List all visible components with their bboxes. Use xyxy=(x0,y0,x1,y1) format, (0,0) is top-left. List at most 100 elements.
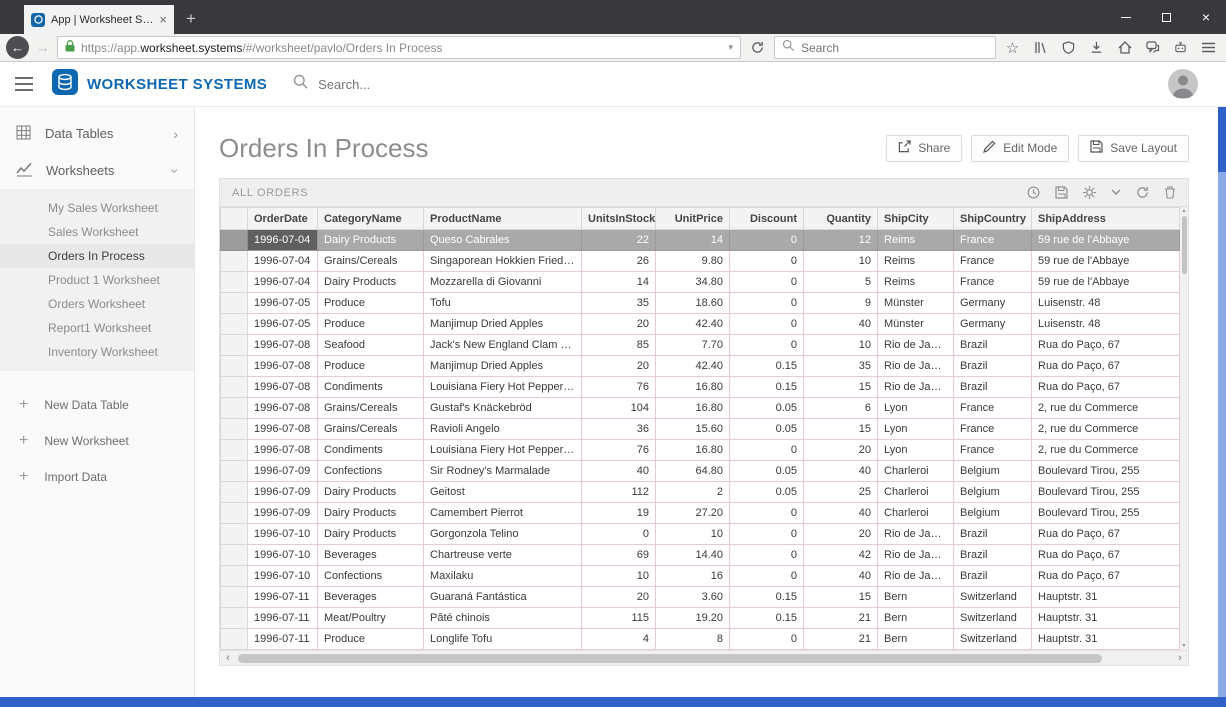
cell-ShipCountry[interactable]: Switzerland xyxy=(954,608,1032,629)
cell-ShipCountry[interactable]: Germany xyxy=(954,314,1032,335)
sidebar-item-report1-worksheet[interactable]: Report1 Worksheet xyxy=(0,316,194,340)
chevron-down-icon[interactable] xyxy=(1111,189,1121,196)
window-minimize-button[interactable] xyxy=(1106,0,1146,34)
cell-CategoryName[interactable]: Condiments xyxy=(318,440,424,461)
app-logo[interactable]: WORKSHEET SYSTEMS xyxy=(52,69,267,100)
cell-ShipCountry[interactable]: France xyxy=(954,398,1032,419)
cell-ShipCity[interactable]: Lyon xyxy=(878,419,954,440)
cell-ProductName[interactable]: Singaporean Hokkien Fried Mee xyxy=(424,251,582,272)
app-search-input[interactable] xyxy=(318,77,638,92)
cell-CategoryName[interactable]: Beverages xyxy=(318,587,424,608)
browser-search-input[interactable] xyxy=(801,41,988,55)
table-row[interactable]: 1996-07-11BeveragesGuaraná Fantástica203… xyxy=(221,587,1180,608)
cell-ShipCity[interactable]: Lyon xyxy=(878,398,954,419)
cell-Discount[interactable]: 0.15 xyxy=(730,587,804,608)
cell-Quantity[interactable]: 25 xyxy=(804,482,878,503)
column-header-UnitsInStock[interactable]: UnitsInStock xyxy=(582,208,656,230)
grid-horizontal-scrollbar[interactable]: ‹ › xyxy=(220,650,1188,665)
cell-UnitsInStock[interactable]: 4 xyxy=(582,629,656,650)
cell-ShipAddress[interactable]: Rua do Paço, 67 xyxy=(1032,545,1180,566)
cell-Quantity[interactable]: 40 xyxy=(804,461,878,482)
page-horizontal-scrollbar[interactable] xyxy=(0,697,1226,707)
cell-OrderDate[interactable]: 1996-07-11 xyxy=(248,629,318,650)
save-layout-button[interactable]: Save Layout xyxy=(1078,135,1189,162)
cell-Quantity[interactable]: 5 xyxy=(804,272,878,293)
cell-Discount[interactable]: 0 xyxy=(730,629,804,650)
cell-ShipCity[interactable]: Rio de Janeiro xyxy=(878,356,954,377)
cell-Quantity[interactable]: 10 xyxy=(804,335,878,356)
cell-Quantity[interactable]: 40 xyxy=(804,566,878,587)
cell-ProductName[interactable]: Guaraná Fantástica xyxy=(424,587,582,608)
cell-ShipCountry[interactable]: Germany xyxy=(954,293,1032,314)
cell-Quantity[interactable]: 35 xyxy=(804,356,878,377)
scroll-right-icon[interactable]: › xyxy=(1172,652,1188,665)
sidebar-item-sales-worksheet[interactable]: Sales Worksheet xyxy=(0,220,194,244)
row-handle[interactable] xyxy=(221,335,248,356)
table-row[interactable]: 1996-07-11Meat/PoultryPâté chinois11519.… xyxy=(221,608,1180,629)
cell-UnitsInStock[interactable]: 22 xyxy=(582,230,656,251)
cell-Quantity[interactable]: 15 xyxy=(804,587,878,608)
cell-OrderDate[interactable]: 1996-07-11 xyxy=(248,608,318,629)
column-header-ShipAddress[interactable]: ShipAddress xyxy=(1032,208,1180,230)
cell-UnitPrice[interactable]: 9.80 xyxy=(656,251,730,272)
cell-Quantity[interactable]: 42 xyxy=(804,545,878,566)
row-handle[interactable] xyxy=(221,230,248,251)
cell-OrderDate[interactable]: 1996-07-08 xyxy=(248,377,318,398)
window-close-button[interactable]: × xyxy=(1186,0,1226,34)
tab-close-icon[interactable]: × xyxy=(159,12,167,27)
save-icon[interactable] xyxy=(1055,186,1068,199)
cell-ShipAddress[interactable]: Rua do Paço, 67 xyxy=(1032,524,1180,545)
cell-Quantity[interactable]: 15 xyxy=(804,419,878,440)
cell-UnitPrice[interactable]: 16.80 xyxy=(656,440,730,461)
cell-Quantity[interactable]: 20 xyxy=(804,440,878,461)
cell-UnitPrice[interactable]: 34.80 xyxy=(656,272,730,293)
cell-Discount[interactable]: 0 xyxy=(730,524,804,545)
row-handle[interactable] xyxy=(221,482,248,503)
row-handle[interactable] xyxy=(221,398,248,419)
menu-icon[interactable] xyxy=(1197,36,1220,59)
cell-CategoryName[interactable]: Beverages xyxy=(318,545,424,566)
cell-ProductName[interactable]: Louisiana Fiery Hot Pepper Sa... xyxy=(424,377,582,398)
robot-icon[interactable] xyxy=(1169,36,1192,59)
cell-ShipCountry[interactable]: Switzerland xyxy=(954,629,1032,650)
cell-UnitPrice[interactable]: 10 xyxy=(656,524,730,545)
cell-CategoryName[interactable]: Grains/Cereals xyxy=(318,419,424,440)
cell-CategoryName[interactable]: Condiments xyxy=(318,377,424,398)
grid-corner[interactable] xyxy=(221,208,248,230)
chat-bubbles-icon[interactable] xyxy=(1141,36,1164,59)
row-handle[interactable] xyxy=(221,587,248,608)
cell-UnitsInStock[interactable]: 36 xyxy=(582,419,656,440)
page-vertical-scrollbar[interactable] xyxy=(1218,62,1226,707)
cell-UnitPrice[interactable]: 42.40 xyxy=(656,356,730,377)
cell-ShipCountry[interactable]: Brazil xyxy=(954,335,1032,356)
browser-search-box[interactable] xyxy=(774,36,996,59)
cell-UnitPrice[interactable]: 42.40 xyxy=(656,314,730,335)
cell-ShipCountry[interactable]: Belgium xyxy=(954,461,1032,482)
row-handle[interactable] xyxy=(221,629,248,650)
cell-OrderDate[interactable]: 1996-07-05 xyxy=(248,293,318,314)
cell-ShipAddress[interactable]: 59 rue de l'Abbaye xyxy=(1032,272,1180,293)
table-row[interactable]: 1996-07-08ProduceManjimup Dried Apples20… xyxy=(221,356,1180,377)
cell-Discount[interactable]: 0 xyxy=(730,440,804,461)
sidebar-item-data-tables[interactable]: Data Tables › xyxy=(0,115,194,152)
refresh-icon[interactable] xyxy=(1136,186,1149,199)
cell-ShipCity[interactable]: Charleroi xyxy=(878,461,954,482)
avatar[interactable] xyxy=(1168,69,1198,99)
cell-ProductName[interactable]: Manjimup Dried Apples xyxy=(424,356,582,377)
sidebar-item-orders-worksheet[interactable]: Orders Worksheet xyxy=(0,292,194,316)
cell-UnitPrice[interactable]: 16.80 xyxy=(656,377,730,398)
cell-UnitsInStock[interactable]: 104 xyxy=(582,398,656,419)
cell-OrderDate[interactable]: 1996-07-10 xyxy=(248,524,318,545)
cell-ShipAddress[interactable]: Boulevard Tirou, 255 xyxy=(1032,461,1180,482)
column-header-ShipCountry[interactable]: ShipCountry xyxy=(954,208,1032,230)
cell-ProductName[interactable]: Pâté chinois xyxy=(424,608,582,629)
scroll-thumb[interactable] xyxy=(1182,216,1187,274)
cell-UnitsInStock[interactable]: 35 xyxy=(582,293,656,314)
cell-OrderDate[interactable]: 1996-07-09 xyxy=(248,503,318,524)
cell-ShipAddress[interactable]: 59 rue de l'Abbaye xyxy=(1032,230,1180,251)
cell-UnitPrice[interactable]: 16.80 xyxy=(656,398,730,419)
reload-icon[interactable] xyxy=(746,36,769,59)
cell-ShipAddress[interactable]: 2, rue du Commerce xyxy=(1032,398,1180,419)
cell-CategoryName[interactable]: Dairy Products xyxy=(318,503,424,524)
row-handle[interactable] xyxy=(221,251,248,272)
